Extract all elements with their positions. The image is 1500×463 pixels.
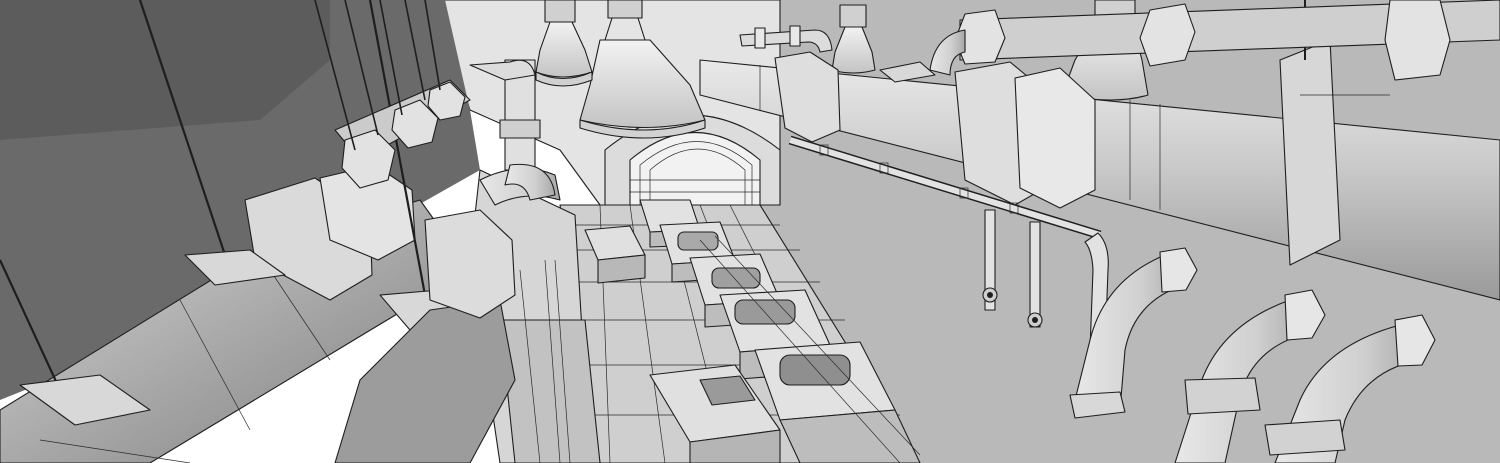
upper-flange-b: [1139, 3, 1196, 67]
valve-drop-2: [1027, 221, 1043, 328]
upper-flange-c: [1384, 0, 1451, 81]
main-pipe-flange-3: [1014, 67, 1096, 209]
corridor-render: [0, 0, 1500, 463]
left-cabinet-b: [499, 319, 601, 463]
valve-drop-1: [982, 209, 998, 311]
pipe-saddle-right: [1279, 39, 1341, 266]
pipe-corridor-scene: [0, 0, 1500, 463]
